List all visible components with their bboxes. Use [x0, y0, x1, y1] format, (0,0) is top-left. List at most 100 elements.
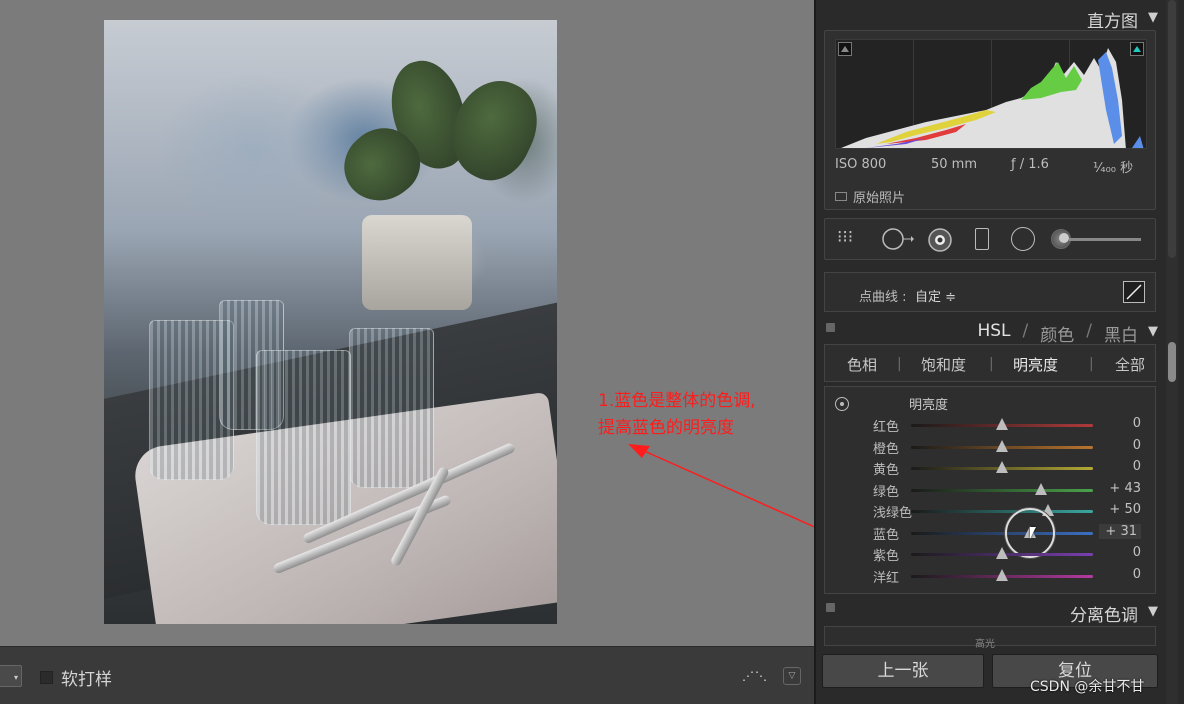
- slider-value[interactable]: + 43: [1099, 481, 1141, 496]
- bw-title[interactable]: 黑白: [1104, 321, 1138, 346]
- slider-thumb[interactable]: [996, 418, 1008, 430]
- slider-track[interactable]: [911, 488, 1093, 492]
- tab-all[interactable]: 全部: [1115, 354, 1145, 375]
- scrollbar-track-upper: [1168, 0, 1176, 258]
- split-toning-header[interactable]: 分离色调 ▼: [824, 596, 1162, 626]
- panel-toggle-icon[interactable]: [826, 323, 835, 332]
- slider-thumb[interactable]: [1035, 482, 1048, 495]
- slider-thumb[interactable]: [996, 568, 1008, 581]
- tab-separator: |: [989, 356, 994, 372]
- slider-track[interactable]: [911, 510, 1093, 513]
- slider-label: 绿色: [873, 484, 900, 500]
- tool-strip: ⁝⁝⁝: [824, 218, 1156, 260]
- iso-value: ISO 800: [835, 157, 887, 172]
- brush-size-slider[interactable]: [1069, 238, 1141, 241]
- slider-value[interactable]: 0: [1099, 567, 1141, 582]
- hsl-header-titles: HSL / 颜色 / 黑白: [977, 321, 1138, 346]
- slider-label: 紫色: [873, 549, 900, 564]
- point-curve-label: 点曲线 :: [859, 290, 907, 305]
- original-photo-label: 原始照片: [853, 191, 906, 206]
- luminance-sliders: 明亮度 红色 0 橙色 0 黄色 0 绿色 + 43 浅绿色 + 50 蓝色 + 31 紫色 0 洋红 0: [824, 386, 1156, 594]
- dots-icon[interactable]: ⋰⋱: [742, 669, 768, 683]
- slider-value[interactable]: + 31: [1099, 523, 1141, 539]
- shadow-clipping-icon[interactable]: [838, 42, 852, 56]
- mouse-pointer-icon: [1030, 526, 1037, 539]
- split-toning-subpanel: 高光: [824, 626, 1156, 650]
- slider-row: 蓝色 + 31: [825, 523, 1157, 543]
- curve-edit-icon[interactable]: [1123, 281, 1145, 303]
- slider-label: 蓝色: [873, 527, 900, 543]
- collapse-arrow-icon[interactable]: ▼: [1148, 324, 1158, 339]
- slider-row: 红色 0: [825, 415, 1157, 435]
- shutter-speed: ¹⁄₄₀₀ 秒: [1093, 161, 1134, 176]
- collapse-arrow-icon[interactable]: ▼: [1148, 604, 1158, 619]
- hsl-header[interactable]: HSL / 颜色 / 黑白 ▼: [824, 316, 1162, 346]
- glass: [256, 350, 351, 525]
- header-separator: /: [1022, 321, 1029, 341]
- collapse-arrow-icon[interactable]: ▼: [1148, 10, 1158, 25]
- panel-toggle-icon[interactable]: [826, 603, 835, 612]
- previous-button[interactable]: 上一张: [822, 654, 984, 688]
- slider-label: 洋红: [873, 570, 900, 586]
- plant-pot: [362, 215, 472, 310]
- spot-removal-icon[interactable]: [881, 227, 915, 251]
- chevron-down-icon: ▾: [13, 673, 18, 682]
- tab-separator: |: [897, 356, 902, 372]
- targeted-adjustment-icon[interactable]: [835, 397, 849, 411]
- hsl-tabs: 色相 | 饱和度 | 明亮度 | 全部: [824, 344, 1156, 382]
- slider-row: 紫色 0: [825, 544, 1157, 564]
- toolbar-menu-button[interactable]: ▽: [783, 667, 801, 685]
- slider-value[interactable]: 0: [1099, 416, 1141, 431]
- histogram-title: 直方图: [1087, 12, 1138, 32]
- graduated-filter-icon[interactable]: [975, 228, 989, 250]
- crop-icon[interactable]: ⁝⁝⁝: [837, 227, 853, 247]
- scrollbar-thumb[interactable]: [1168, 342, 1176, 382]
- color-title[interactable]: 颜色: [1040, 321, 1074, 346]
- slider-thumb[interactable]: [996, 439, 1008, 452]
- slider-thumb[interactable]: [996, 461, 1008, 473]
- slider-row: 浅绿色 + 50: [825, 501, 1157, 521]
- slider-thumb[interactable]: [996, 547, 1008, 559]
- brush-size-handle[interactable]: [1059, 233, 1069, 243]
- histogram-curve: [841, 48, 1144, 148]
- luminance-section-title: 明亮度: [909, 398, 949, 413]
- annotation-text: 1.蓝色是整体的色调, 提高蓝色的明亮度: [598, 388, 756, 442]
- tab-saturation[interactable]: 饱和度: [921, 354, 966, 375]
- histogram-panel: ISO 800 50 mm ƒ / 1.6 ¹⁄₄₀₀ 秒 原始照片: [824, 30, 1156, 210]
- soft-proof-checkbox[interactable]: [40, 671, 53, 684]
- highlight-clipping-icon[interactable]: [1130, 42, 1144, 56]
- slider-value[interactable]: 0: [1099, 459, 1141, 474]
- view-mode-button[interactable]: ▾: [0, 665, 22, 687]
- radial-filter-icon[interactable]: [1011, 227, 1035, 251]
- annotation-line-1: 1.蓝色是整体的色调,: [598, 391, 756, 411]
- tab-hue[interactable]: 色相: [847, 354, 877, 375]
- point-curve-select[interactable]: 自定 ≑: [915, 286, 956, 305]
- slider-label: 橙色: [873, 441, 900, 457]
- hsl-title[interactable]: HSL: [977, 321, 1010, 346]
- glass: [349, 328, 434, 488]
- soft-proof-label: 软打样: [61, 670, 112, 690]
- panel-scrollbar[interactable]: [1166, 0, 1178, 704]
- split-toning-title: 分离色调: [1070, 606, 1138, 626]
- header-separator: /: [1086, 321, 1092, 341]
- develop-panel: 直方图 ▼ ISO 800 50 mm ƒ / 1.6 ¹⁄₄₀₀ 秒 原始照片…: [814, 0, 1184, 704]
- tab-luminance[interactable]: 明亮度: [1013, 354, 1058, 375]
- annotation-line-2: 提高蓝色的明亮度: [598, 418, 734, 438]
- slider-value[interactable]: 0: [1099, 545, 1141, 560]
- histogram-graph: [835, 39, 1147, 149]
- slider-row: 绿色 + 43: [825, 480, 1157, 500]
- original-photo-checkbox[interactable]: [835, 192, 847, 201]
- slider-row: 洋红 0: [825, 566, 1157, 586]
- slider-label: 黄色: [873, 463, 900, 478]
- slider-track[interactable]: [911, 531, 1093, 535]
- red-eye-icon[interactable]: [927, 227, 953, 253]
- focal-length: 50 mm: [931, 157, 978, 172]
- slider-value[interactable]: 0: [1099, 438, 1141, 453]
- original-photo-toggle[interactable]: 原始照片: [835, 187, 905, 206]
- photo-preview[interactable]: [104, 20, 557, 624]
- slider-label: 红色: [873, 420, 900, 435]
- soft-proof-toggle[interactable]: 软打样: [40, 665, 112, 690]
- slider-row: 橙色 0: [825, 437, 1157, 457]
- slider-value[interactable]: + 50: [1099, 502, 1141, 517]
- histogram-header[interactable]: 直方图 ▼: [824, 2, 1162, 32]
